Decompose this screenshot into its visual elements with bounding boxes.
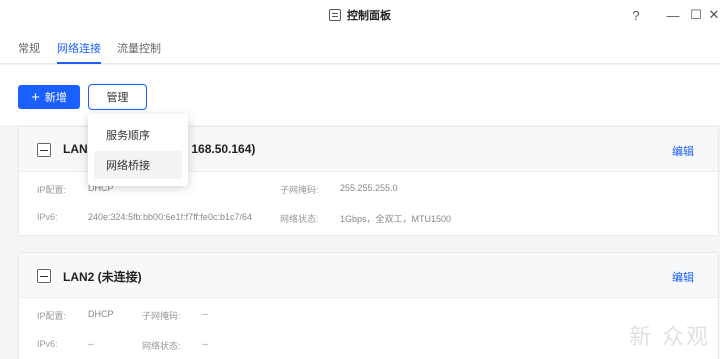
ip-config-label: IP配置: xyxy=(37,185,67,195)
close-icon[interactable]: ✕ xyxy=(703,0,720,30)
minimize-icon[interactable]: — xyxy=(662,0,684,30)
manage-dropdown-menu: 服务顺序 网络桥接 xyxy=(88,114,188,186)
ipv6-label: IPv6: xyxy=(37,212,58,222)
tab-network-connections[interactable]: 网络连接 xyxy=(57,40,101,64)
window-title: 控制面板 xyxy=(0,0,720,30)
lan2-edit-link[interactable]: 编辑 xyxy=(672,269,694,285)
lan1-title-tail: 168.50.164) xyxy=(191,142,256,156)
watermark: 新 众观 xyxy=(629,325,710,350)
help-icon[interactable]: ? xyxy=(625,0,647,30)
window-title-text: 控制面板 xyxy=(347,10,391,22)
menu-item-network-bridge[interactable]: 网络桥接 xyxy=(94,151,182,179)
plus-icon: + xyxy=(31,88,40,106)
lan2-card-header: LAN2 (未连接) 编辑 xyxy=(19,253,718,298)
tab-bar: 常规 网络连接 流量控制 xyxy=(0,30,720,64)
collapse-icon[interactable] xyxy=(37,143,51,157)
manage-button[interactable]: 管理 xyxy=(88,84,147,110)
tab-traffic-control[interactable]: 流量控制 xyxy=(117,40,161,64)
ipv6-value: -- xyxy=(88,339,94,349)
lan2-title: LAN2 (未连接) xyxy=(63,270,142,284)
ip-config-label: IP配置: xyxy=(37,311,67,321)
subnet-mask-value: -- xyxy=(202,309,208,319)
ipv6-value: 240e:324:5fb:bb00:6e1f:f7ff:fe0c:b1c7/64 xyxy=(88,212,252,222)
add-button[interactable]: + 新增 xyxy=(18,85,80,109)
network-status-value: -- xyxy=(202,339,208,349)
ip-config-value: DHCP xyxy=(88,309,114,319)
network-status-label: 网络状态: xyxy=(142,341,181,351)
manage-button-label: 管理 xyxy=(106,92,129,104)
lan1-edit-link[interactable]: 编辑 xyxy=(672,143,694,159)
tab-general[interactable]: 常规 xyxy=(18,40,40,64)
subnet-mask-label: 子网掩码: xyxy=(280,185,319,195)
network-status-label: 网络状态: xyxy=(280,214,319,224)
network-status-value: 1Gbps，全双工，MTU1500 xyxy=(340,214,452,224)
control-panel-icon xyxy=(329,9,341,21)
lan2-card: LAN2 (未连接) 编辑 IP配置: DHCP 子网掩码: -- IPv6: … xyxy=(18,252,719,359)
collapse-icon[interactable] xyxy=(37,269,51,283)
menu-item-service-order[interactable]: 服务顺序 xyxy=(94,121,182,149)
add-button-label: 新增 xyxy=(44,92,67,104)
subnet-mask-label: 子网掩码: xyxy=(142,311,181,321)
title-bar: 控制面板 ? — ☐ ✕ xyxy=(0,0,720,30)
ipv6-label: IPv6: xyxy=(37,339,58,349)
subnet-mask-value: 255.255.255.0 xyxy=(340,183,398,193)
